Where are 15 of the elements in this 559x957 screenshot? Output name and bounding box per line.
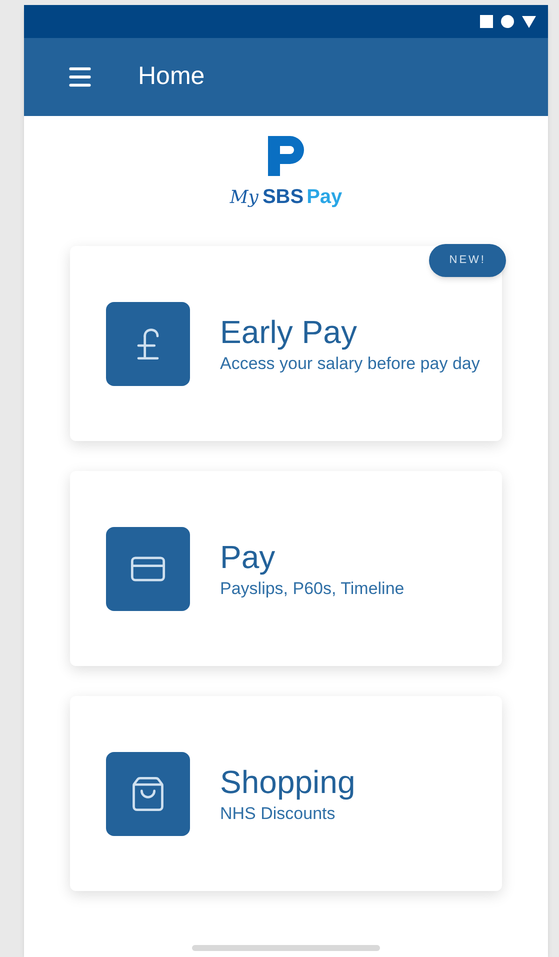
app-bar-title: Home xyxy=(138,61,205,92)
circle-icon xyxy=(501,15,514,28)
menu-card[interactable]: Pay Payslips, P60s, Timeline xyxy=(70,471,502,666)
logo-wordmark: My SBS Pay xyxy=(230,185,342,210)
menu-card[interactable]: Shopping NHS Discounts xyxy=(70,696,502,891)
new-badge: NEW! xyxy=(429,244,506,276)
triangle-icon xyxy=(522,16,536,28)
card-subtitle: Access your salary before pay day xyxy=(220,353,480,375)
card-title: Shopping xyxy=(220,763,356,802)
card-title: Early Pay xyxy=(220,313,358,352)
card-subtitle: Payslips, P60s, Timeline xyxy=(220,578,404,600)
logo-p-icon xyxy=(268,136,304,176)
square-icon xyxy=(480,15,493,28)
card-subtitle: NHS Discounts xyxy=(220,803,336,825)
card-title: Pay xyxy=(220,538,276,577)
